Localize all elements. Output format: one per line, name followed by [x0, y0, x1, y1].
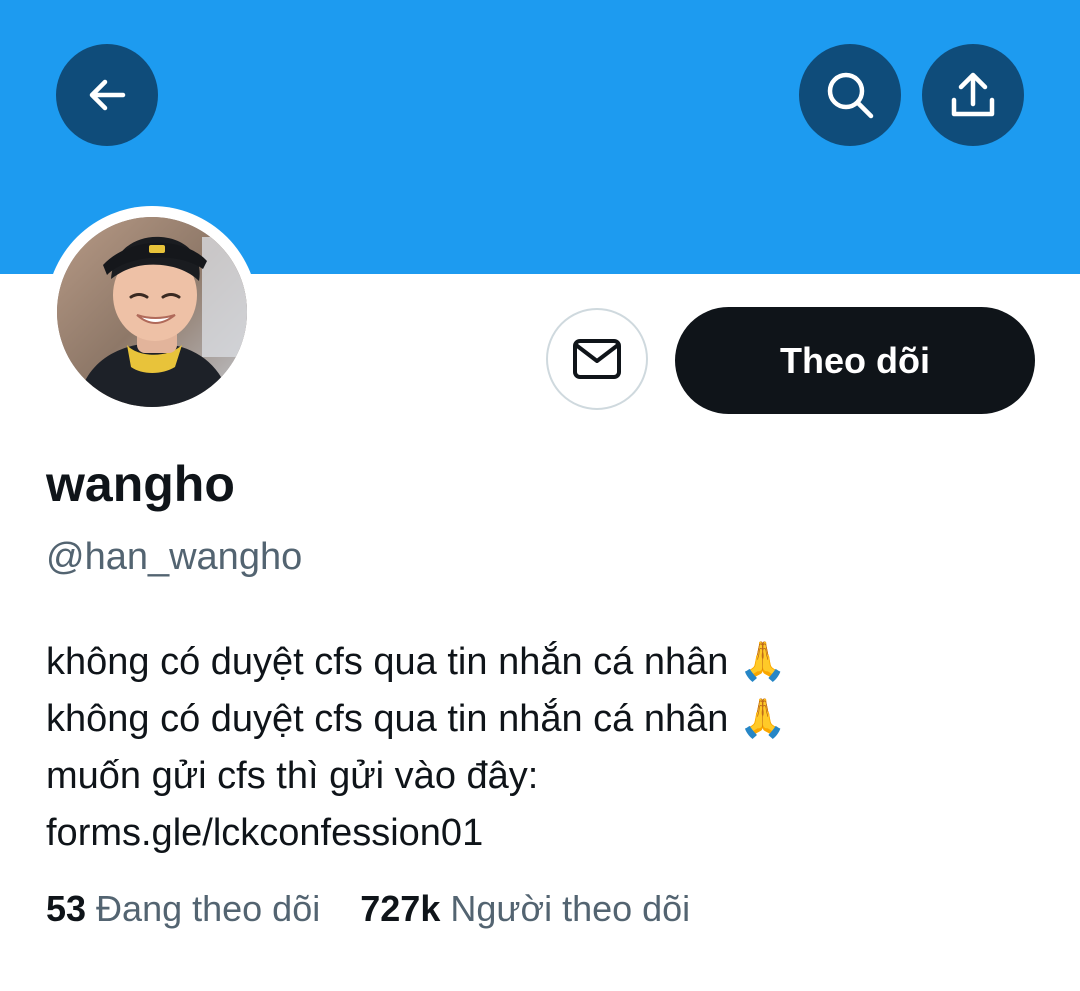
username-handle: @han_wangho — [46, 536, 303, 578]
following-stat[interactable]: 53 Đang theo dõi — [46, 884, 320, 934]
message-button[interactable] — [546, 308, 648, 410]
arrow-left-icon — [89, 79, 126, 111]
bio-line: không có duyệt cfs qua tin nhắn cá nhân … — [46, 641, 787, 683]
avatar-photo — [57, 217, 247, 407]
share-button[interactable] — [922, 44, 1024, 146]
bio-line: muốn gửi cfs thì gửi vào đây: — [46, 755, 539, 797]
avatar[interactable] — [57, 217, 247, 407]
search-icon — [827, 72, 874, 119]
followers-stat[interactable]: 727k Người theo dõi — [360, 884, 690, 934]
mail-icon — [573, 339, 621, 379]
profile-bio: không có duyệt cfs qua tin nhắn cá nhân … — [46, 634, 1046, 862]
followers-label: Người theo dõi — [450, 888, 691, 929]
following-label: Đang theo dõi — [96, 888, 321, 929]
follow-stats: 53 Đang theo dõi 727k Người theo dõi — [46, 884, 690, 934]
back-button[interactable] — [56, 44, 158, 146]
display-name: wangho — [46, 456, 235, 512]
following-count: 53 — [46, 888, 87, 929]
share-upload-icon — [951, 72, 995, 117]
search-button[interactable] — [799, 44, 901, 146]
followers-count: 727k — [360, 888, 441, 929]
profile-page: Theo dõi wangho @han_wangho không có duy… — [0, 0, 1080, 991]
bio-line: không có duyệt cfs qua tin nhắn cá nhân … — [46, 698, 787, 740]
bio-link[interactable]: forms.gle/lckconfession01 — [46, 805, 1046, 862]
follow-button[interactable]: Theo dõi — [675, 307, 1035, 414]
